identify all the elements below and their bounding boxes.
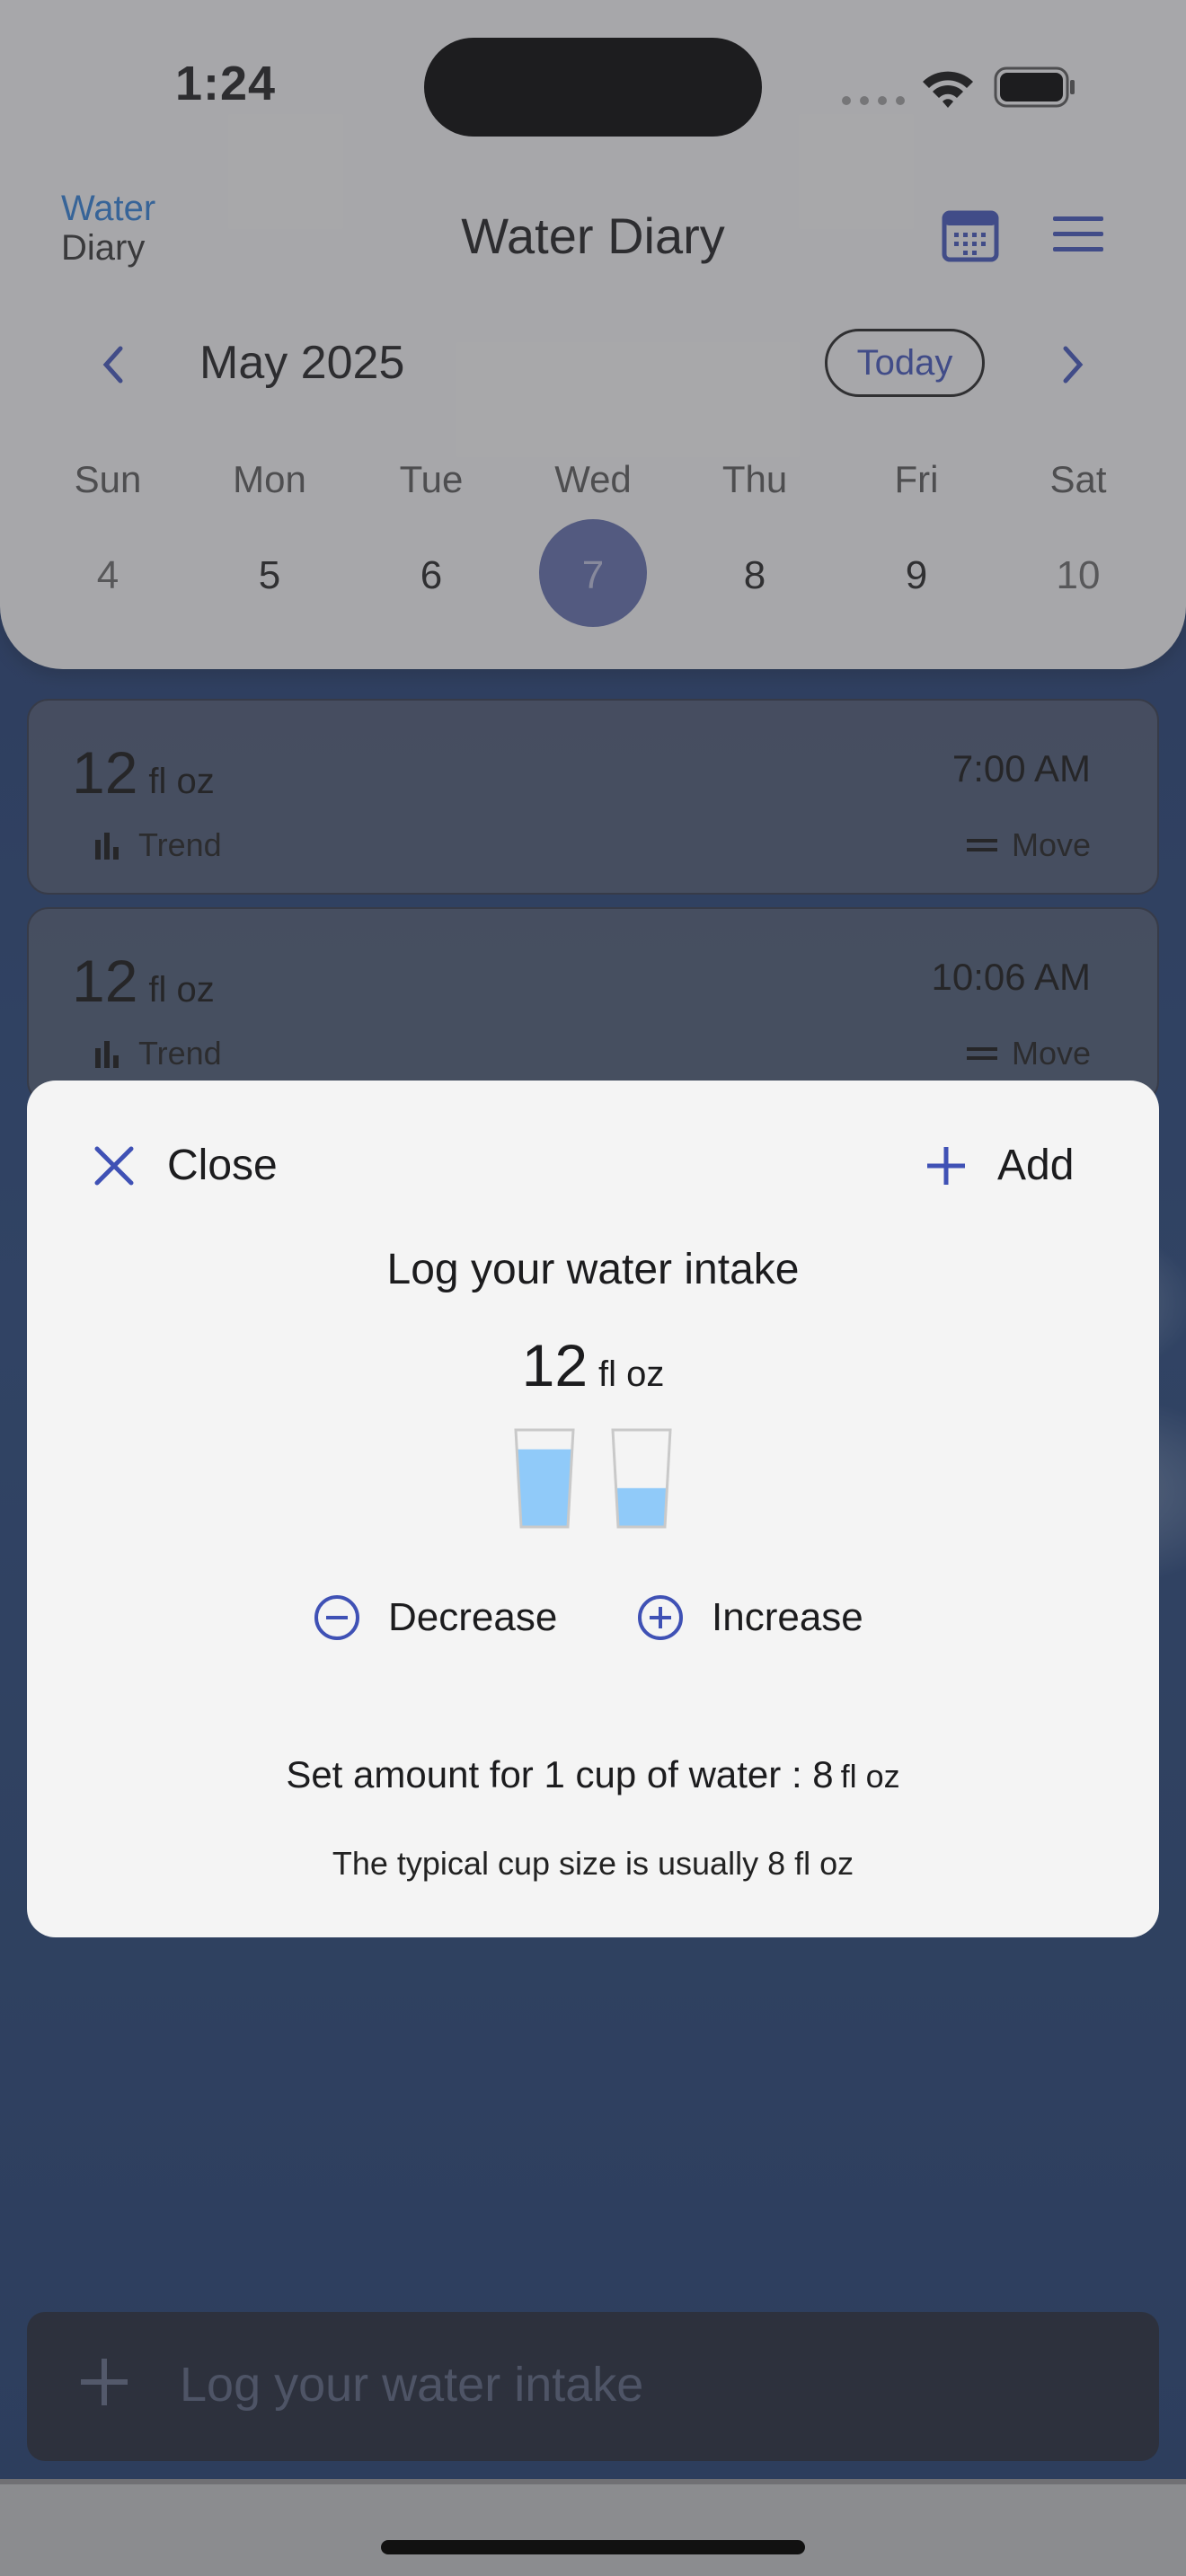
cup-icon-partial <box>611 1428 672 1533</box>
close-icon <box>94 1146 134 1185</box>
add-button[interactable]: Add <box>925 1141 1074 1190</box>
cup-size-text: Set amount for 1 cup of water : 8 <box>286 1753 834 1795</box>
minus-circle-icon <box>314 1595 359 1640</box>
plus-circle-icon <box>638 1595 683 1640</box>
amount-unit: fl oz <box>598 1354 665 1394</box>
increase-button[interactable]: Increase <box>636 1593 863 1642</box>
modal-amount: 12 fl oz <box>0 1331 1186 1399</box>
increase-label: Increase <box>712 1595 863 1639</box>
cup-size-unit: fl oz <box>840 1758 900 1795</box>
cup-size-setting[interactable]: Set amount for 1 cup of water : 8 fl oz <box>0 1753 1186 1796</box>
modal-title: Log your water intake <box>386 1246 800 1293</box>
cup-icon-full <box>514 1428 575 1533</box>
log-intake-modal <box>27 1081 1159 1937</box>
amount-value: 12 <box>521 1332 589 1398</box>
plus-icon <box>927 1146 965 1185</box>
close-label: Close <box>167 1142 278 1189</box>
decrease-button[interactable]: Decrease <box>313 1593 557 1642</box>
add-label: Add <box>997 1142 1075 1189</box>
home-indicator[interactable] <box>381 2540 805 2554</box>
decrease-label: Decrease <box>388 1595 558 1639</box>
close-button[interactable]: Close <box>93 1141 278 1190</box>
home-indicator-area <box>0 2484 1186 2576</box>
cup-size-hint: The typical cup size is usually 8 fl oz <box>332 1845 854 1882</box>
